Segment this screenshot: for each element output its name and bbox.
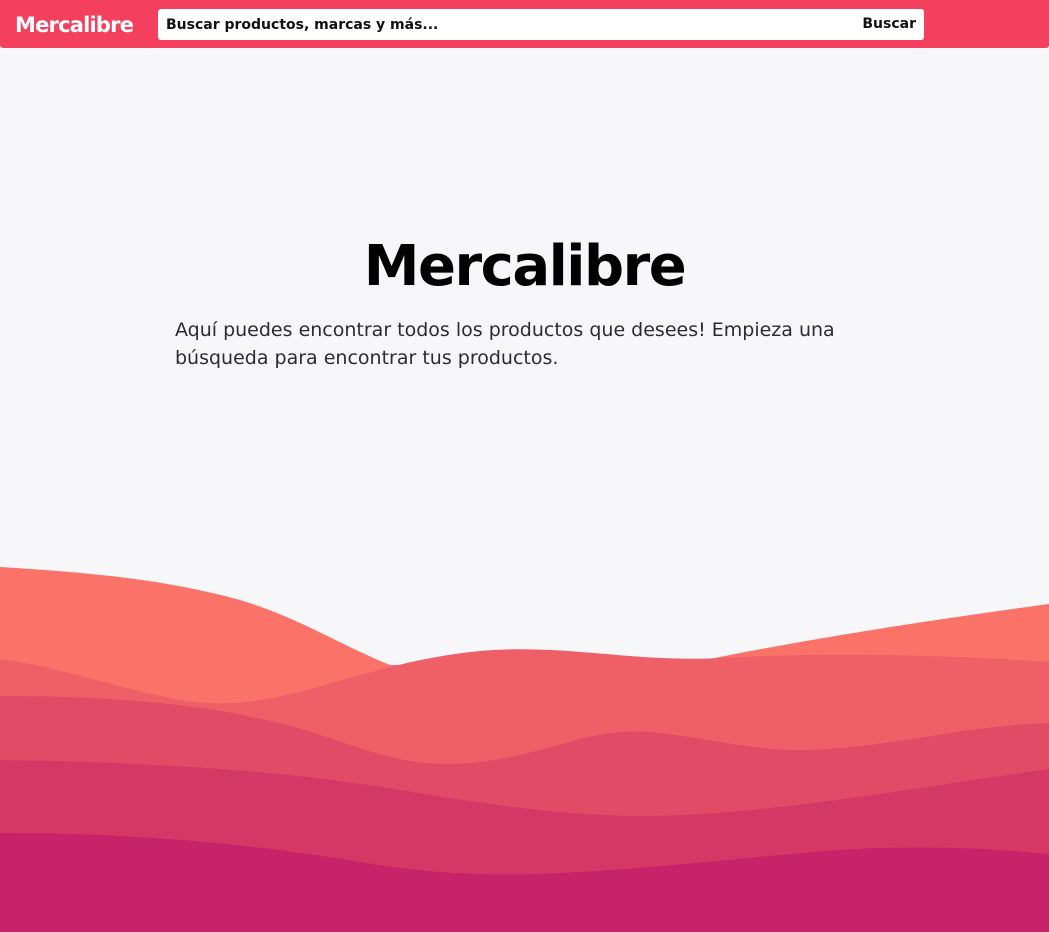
search-bar: Buscar: [158, 9, 924, 40]
hero-title: Mercalibre: [363, 234, 687, 299]
logo[interactable]: Mercalibre: [15, 12, 134, 38]
page: Mercalibre Buscar Mercalibre Aquí puedes…: [0, 0, 1049, 932]
search-button[interactable]: Buscar: [862, 9, 916, 40]
hero-description: Aquí puedes encontrar todos los producto…: [175, 319, 835, 369]
top-navbar: Mercalibre Buscar: [0, 0, 1049, 48]
search-input[interactable]: [158, 9, 848, 40]
wave-background: [0, 567, 1049, 932]
